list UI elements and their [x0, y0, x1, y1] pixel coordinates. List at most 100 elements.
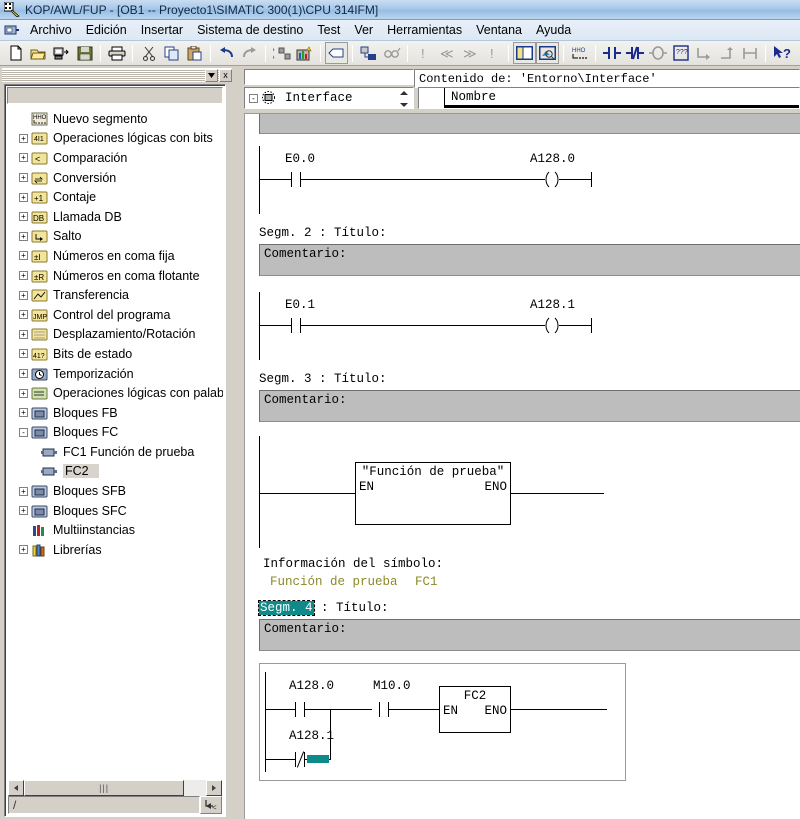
tree-item-fc1[interactable]: FC1 Función de prueba — [7, 442, 223, 462]
tree-item-operaciones-logicas-bits[interactable]: + 4I1 Operaciones lógicas con bits — [7, 129, 223, 149]
tree-expander[interactable]: + — [19, 212, 28, 222]
menu-insertar[interactable]: Insertar — [134, 21, 190, 39]
close-icon[interactable]: x — [219, 69, 232, 82]
network-comment-bar-4[interactable]: Comentario: — [259, 619, 800, 651]
tree-item-librerias[interactable]: + Librerías — [7, 540, 223, 560]
editor-cursor-block[interactable] — [307, 755, 329, 763]
copy-icon[interactable] — [160, 42, 183, 64]
tree-expander[interactable]: + — [19, 329, 28, 339]
tree-item-multiinstancias[interactable]: Multiinstancias — [7, 520, 223, 540]
tree-expander[interactable]: + — [19, 408, 28, 418]
empty-box-icon[interactable]: ??? — [669, 42, 692, 64]
network-comment-bar-3[interactable]: Comentario: — [259, 390, 800, 422]
tree-item-llamada-db[interactable]: + DB Llamada DB — [7, 207, 223, 227]
tree-item-conversion[interactable]: + Conversión — [7, 168, 223, 188]
tree-item-bloques-fb[interactable]: + Bloques FB — [7, 403, 223, 423]
tree-expander[interactable]: + — [19, 310, 28, 320]
tree-item-control-programa[interactable]: + JMP Control del programa — [7, 305, 223, 325]
network-title-3[interactable]: Segm. 3 : Título: — [259, 372, 387, 386]
coil-symbol-2[interactable] — [541, 317, 561, 334]
menu-herramientas[interactable]: Herramientas — [380, 21, 469, 39]
print-icon[interactable] — [105, 42, 128, 64]
tree-item-temporizacion[interactable]: + Temporización — [7, 364, 223, 384]
symbol-table-icon[interactable] — [325, 42, 348, 64]
menu-ventana[interactable]: Ventana — [469, 21, 529, 39]
tree-item-numeros-coma-fija[interactable]: + ±I Números en coma fija — [7, 246, 223, 266]
last-error-icon[interactable]: ! — [481, 42, 504, 64]
tree-expander[interactable]: + — [19, 133, 28, 143]
interface-tree-node[interactable]: - Interface — [244, 87, 414, 109]
toggle-overview-icon[interactable] — [513, 42, 536, 64]
menu-ayuda[interactable]: Ayuda — [529, 21, 578, 39]
tree-expander[interactable]: + — [19, 506, 28, 516]
branch-close-icon[interactable] — [715, 42, 738, 64]
tree-item-salto[interactable]: + Salto — [7, 227, 223, 247]
network-title-2[interactable]: Segm. 2 : Título: — [259, 226, 387, 240]
branch-connect-icon[interactable] — [738, 42, 761, 64]
tree-expander[interactable]: + — [19, 349, 28, 359]
tree-expander[interactable]: - — [249, 93, 258, 103]
network-comment-bar-2[interactable]: Comentario: — [259, 244, 800, 276]
coil-symbol-1[interactable] — [541, 171, 561, 188]
redo-icon[interactable] — [238, 42, 261, 64]
tree-expander[interactable]: + — [19, 290, 28, 300]
contact-left-bar-1[interactable] — [291, 172, 292, 187]
paste-icon[interactable] — [183, 42, 206, 64]
tree-item-bloques-sfc[interactable]: + Bloques SFC — [7, 501, 223, 521]
tree-item-numeros-coma-flotante[interactable]: + ±R Números en coma flotante — [7, 266, 223, 286]
function-block-funcion-de-prueba[interactable]: "Función de prueba" EN ENO — [355, 462, 511, 525]
tree-item-fc2[interactable]: FC2 — [7, 462, 223, 482]
network-title-selection-4[interactable]: Segm. 4 — [258, 600, 315, 616]
contact-left-bar-4b[interactable] — [295, 752, 296, 767]
tree-expander[interactable]: + — [19, 192, 28, 202]
scroll-trough[interactable]: ||| — [24, 780, 206, 796]
toggle-details-icon[interactable] — [536, 42, 559, 64]
network-comment-bar-1[interactable] — [259, 114, 800, 134]
tree-expander[interactable]: + — [19, 231, 28, 241]
menu-test[interactable]: Test — [310, 21, 347, 39]
tree-item-nuevo-segmento[interactable]: HHO Nuevo segmento — [7, 109, 223, 129]
next-error-icon[interactable]: ≫ — [458, 42, 481, 64]
contact-left-bar-4c[interactable] — [379, 702, 380, 717]
spinner-up-down-icon[interactable] — [398, 91, 410, 107]
function-block-fc2[interactable]: FC2 EN ENO — [439, 686, 511, 733]
tree-item-transferencia[interactable]: + Transferencia — [7, 285, 223, 305]
tree-expander[interactable]: + — [19, 153, 28, 163]
tree-item-bits-estado[interactable]: + 41? Bits de estado — [7, 344, 223, 364]
download-plc-icon[interactable] — [270, 42, 293, 64]
menu-edicion[interactable]: Edición — [79, 21, 134, 39]
undo-icon[interactable] — [215, 42, 238, 64]
new-icon[interactable] — [4, 42, 27, 64]
tree-expander[interactable]: + — [19, 369, 28, 379]
tree-expander[interactable]: + — [19, 173, 28, 183]
normally-closed-contact-icon[interactable] — [623, 42, 646, 64]
tree-expander[interactable]: + — [19, 388, 28, 398]
save-icon[interactable] — [73, 42, 96, 64]
normally-open-contact-icon[interactable] — [600, 42, 623, 64]
contact-left-bar-4a[interactable] — [295, 702, 296, 717]
tree-item-bloques-sfb[interactable]: + Bloques SFB — [7, 481, 223, 501]
panel-titlebar[interactable]: x — [2, 68, 232, 82]
scroll-right-arrow-icon[interactable] — [206, 780, 222, 796]
tree-expander[interactable]: + — [19, 271, 28, 281]
tree-item-desplazamiento-rotacion[interactable]: + Desplazamiento/Rotación — [7, 325, 223, 345]
window-system-menu-icon[interactable] — [3, 23, 21, 37]
menu-sistema-destino[interactable]: Sistema de destino — [190, 21, 310, 39]
ladder-canvas[interactable]: E0.0 A128.0 Segm. 2 : Título: Comentario… — [244, 113, 800, 819]
tree-expander[interactable]: + — [19, 486, 28, 496]
network-title-4[interactable]: Segm. 4 : Título: — [258, 600, 389, 616]
help-pointer-icon[interactable]: ? — [770, 42, 793, 64]
tree-expander[interactable]: + — [19, 251, 28, 261]
tree-item-bloques-fc[interactable]: - Bloques FC — [7, 423, 223, 443]
prev-error-icon[interactable]: ≪ — [435, 42, 458, 64]
glasses-icon[interactable] — [380, 42, 403, 64]
tree-expander[interactable]: + — [19, 545, 28, 555]
tree-item-contaje[interactable]: + +1 Contaje — [7, 187, 223, 207]
scroll-thumb[interactable]: ||| — [24, 780, 185, 796]
menu-archivo[interactable]: Archivo — [23, 21, 79, 39]
tree-item-operaciones-logicas-palabra[interactable]: + Operaciones lógicas con palabra — [7, 383, 223, 403]
scroll-left-arrow-icon[interactable] — [8, 780, 24, 796]
tree-item-comparacion[interactable]: + < Comparación — [7, 148, 223, 168]
menu-ver[interactable]: Ver — [347, 21, 380, 39]
resize-grip-icon[interactable]: < — [200, 796, 222, 814]
